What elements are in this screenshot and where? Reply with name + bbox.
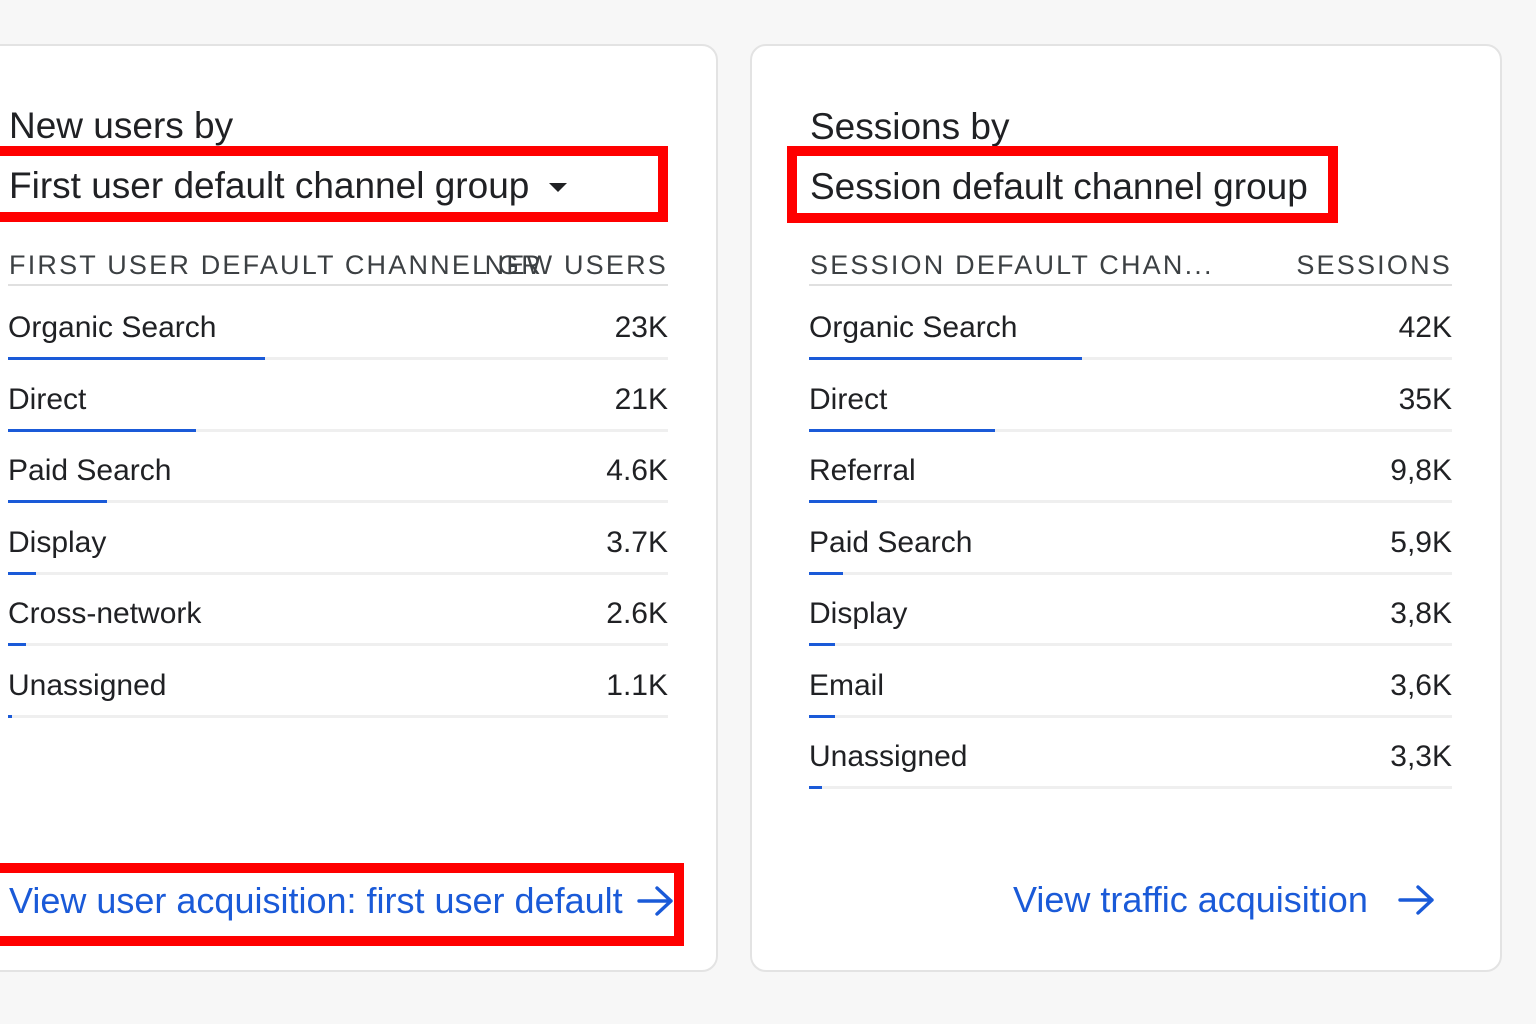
share-bar <box>8 643 27 646</box>
bar-track <box>809 428 1452 432</box>
row-label: Organic Search <box>809 311 1018 344</box>
bar-track <box>809 714 1452 718</box>
bar-track <box>8 571 668 575</box>
row-label: Display <box>8 525 107 559</box>
row-label: Paid Search <box>8 454 172 487</box>
row-label: Unassigned <box>809 740 968 773</box>
row-value: 21K <box>614 382 668 416</box>
table-row[interactable]: Organic Search 42K <box>809 313 1452 385</box>
share-bar <box>809 571 844 575</box>
table-row[interactable]: Unassigned 3,3K <box>809 742 1452 814</box>
column-header-metric[interactable]: NEW USERS <box>485 252 668 279</box>
bar-track <box>809 786 1452 789</box>
table-row[interactable]: Referral 9,8K <box>809 456 1452 528</box>
view-user-acquisition-link[interactable]: View user acquisition: first user defaul… <box>9 883 675 919</box>
share-bar <box>8 357 266 360</box>
view-traffic-acquisition-link[interactable]: View traffic acquisition <box>1013 882 1436 918</box>
row-value: 3,3K <box>1390 740 1452 773</box>
share-bar <box>809 500 877 503</box>
share-bar <box>809 786 822 789</box>
bar-track <box>8 500 668 503</box>
row-label: Referral <box>809 454 916 487</box>
table-row[interactable]: Display 3,8K <box>809 599 1452 671</box>
table-row[interactable]: Unassigned 1.1K <box>8 668 668 743</box>
column-header-dimension[interactable]: FIRST USER DEFAULT CHANNEL GR <box>9 252 543 279</box>
share-bar <box>809 714 835 718</box>
view-link-label: View traffic acquisition <box>1013 879 1368 920</box>
arrow-right-icon <box>1398 885 1434 915</box>
row-value: 3,8K <box>1390 597 1452 630</box>
share-bar <box>809 643 835 646</box>
row-value: 4.6K <box>606 454 668 487</box>
share-bar <box>8 500 107 503</box>
card-title: New users by <box>9 105 234 146</box>
highlight-annotation <box>0 146 668 222</box>
bar-track <box>8 714 668 718</box>
card-title: Sessions by <box>810 106 1010 147</box>
header-divider <box>8 284 668 286</box>
row-label: Direct <box>8 382 87 416</box>
header-divider <box>809 284 1452 286</box>
share-bar <box>8 714 12 718</box>
row-label: Email <box>809 668 885 702</box>
bar-track <box>809 571 1452 575</box>
row-value: 2.6K <box>606 597 668 630</box>
row-label: Organic Search <box>8 311 217 344</box>
row-value: 3,6K <box>1390 668 1452 702</box>
bar-track <box>809 643 1452 646</box>
bar-track <box>8 428 668 432</box>
row-label: Cross-network <box>8 597 202 630</box>
table-row[interactable]: Cross-network 2.6K <box>8 599 668 671</box>
bar-track <box>809 500 1452 503</box>
table-row[interactable]: Direct 21K <box>8 382 668 457</box>
highlight-annotation <box>787 146 1338 223</box>
table-row[interactable]: Paid Search 4.6K <box>8 456 668 528</box>
table-row[interactable]: Paid Search 5,9K <box>809 525 1452 600</box>
bar-track <box>8 643 668 646</box>
row-label: Direct <box>809 382 888 416</box>
row-value: 5,9K <box>1390 525 1452 559</box>
table-row[interactable]: Direct 35K <box>809 382 1452 457</box>
row-label: Display <box>809 597 908 630</box>
row-label: Paid Search <box>809 525 973 559</box>
share-bar <box>8 571 36 575</box>
row-value: 9,8K <box>1390 454 1452 487</box>
view-link-label: View user acquisition: first user defaul… <box>9 880 623 921</box>
row-value: 35K <box>1398 382 1452 416</box>
share-bar <box>809 428 996 432</box>
row-value: 3.7K <box>606 525 668 559</box>
row-value: 42K <box>1398 311 1452 344</box>
bar-track <box>809 357 1452 360</box>
share-bar <box>8 428 197 432</box>
table-row[interactable]: Email 3,6K <box>809 668 1452 743</box>
bar-track <box>8 357 668 360</box>
share-bar <box>809 357 1083 360</box>
arrow-right-icon <box>636 886 673 916</box>
row-label: Unassigned <box>8 668 167 702</box>
row-value: 23K <box>614 311 668 344</box>
column-header-metric[interactable]: SESSIONS <box>1296 252 1452 279</box>
table-row[interactable]: Organic Search 23K <box>8 313 668 385</box>
row-value: 1.1K <box>606 668 668 702</box>
table-row[interactable]: Display 3.7K <box>8 525 668 600</box>
column-header-dimension[interactable]: SESSION DEFAULT CHAN... <box>810 252 1214 279</box>
